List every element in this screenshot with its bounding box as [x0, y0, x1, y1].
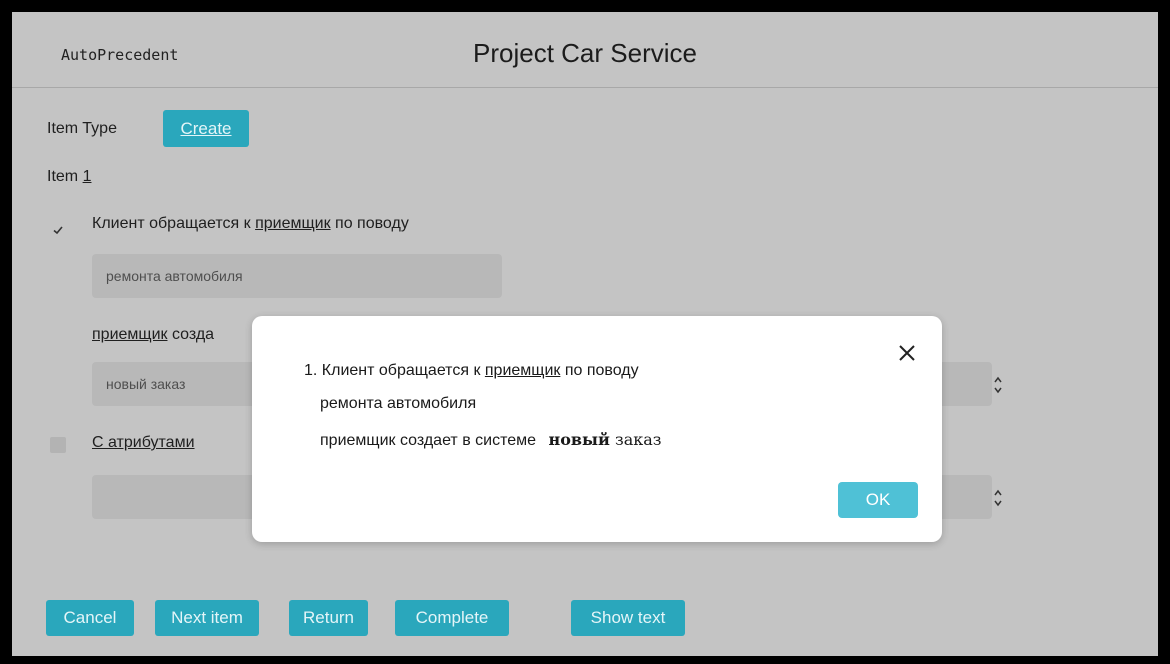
dialog-line1-prefix: 1. Клиент обращается к: [304, 362, 485, 379]
step2-role-link[interactable]: приемщик: [92, 326, 168, 343]
dialog-line-3: приемщик создает в системе новый заказ: [320, 430, 662, 450]
dialog-role-link[interactable]: приемщик: [485, 362, 561, 379]
dialog-line3-tail: заказ: [609, 430, 662, 449]
stepper-icon[interactable]: [992, 373, 1004, 397]
step1-field-value: ремонта автомобиля: [106, 268, 243, 284]
item-label-text: Item: [47, 168, 79, 185]
stepper-icon[interactable]: [992, 486, 1004, 510]
complete-button[interactable]: Complete: [395, 600, 509, 636]
show-text-button[interactable]: Show text: [571, 600, 685, 636]
return-button[interactable]: Return: [289, 600, 368, 636]
step1-role-link[interactable]: приемщик: [255, 215, 331, 232]
step1-checkbox[interactable]: [50, 222, 66, 238]
dialog-line3-bold: новый: [548, 430, 610, 449]
ok-button[interactable]: OK: [838, 482, 918, 518]
step2-field-value: новый заказ: [106, 376, 186, 392]
cancel-button[interactable]: Cancel: [46, 600, 134, 636]
dialog-line3-text: приемщик создает в системе: [320, 432, 537, 449]
step1-text-before: Клиент обращается к: [92, 215, 256, 232]
next-item-button[interactable]: Next item: [155, 600, 259, 636]
create-button[interactable]: Create: [163, 110, 249, 147]
attributes-checkbox[interactable]: [50, 437, 66, 453]
step2-text-after: созда: [167, 326, 215, 343]
item-number-link[interactable]: 1: [83, 168, 92, 185]
attributes-link[interactable]: С атрибутами: [92, 434, 195, 452]
close-icon[interactable]: [896, 342, 918, 364]
step2-text: приемщик созда: [92, 326, 214, 344]
create-button-label: Create: [180, 118, 232, 138]
step1-text: Клиент обращается к приемщик по поводу: [92, 215, 409, 233]
dialog-line-1: 1. Клиент обращается к приемщик по повод…: [304, 362, 639, 380]
dialog-line1-suffix: по поводу: [560, 362, 639, 379]
text-preview-dialog: 1. Клиент обращается к приемщик по повод…: [252, 316, 942, 542]
dialog-line-2: ремонта автомобиля: [320, 395, 477, 412]
page-title: Project Car Service: [473, 38, 697, 68]
item-type-label: Item Type: [47, 120, 117, 137]
step1-text-after: по поводу: [330, 215, 409, 232]
item-label: Item 1: [47, 168, 91, 186]
step1-field[interactable]: ремонта автомобиля: [92, 254, 502, 298]
header: AutoPrecedent Project Car Service: [12, 12, 1158, 88]
app-window: AutoPrecedent Project Car Service Item T…: [10, 10, 1160, 658]
checkmark-icon: [53, 226, 63, 235]
